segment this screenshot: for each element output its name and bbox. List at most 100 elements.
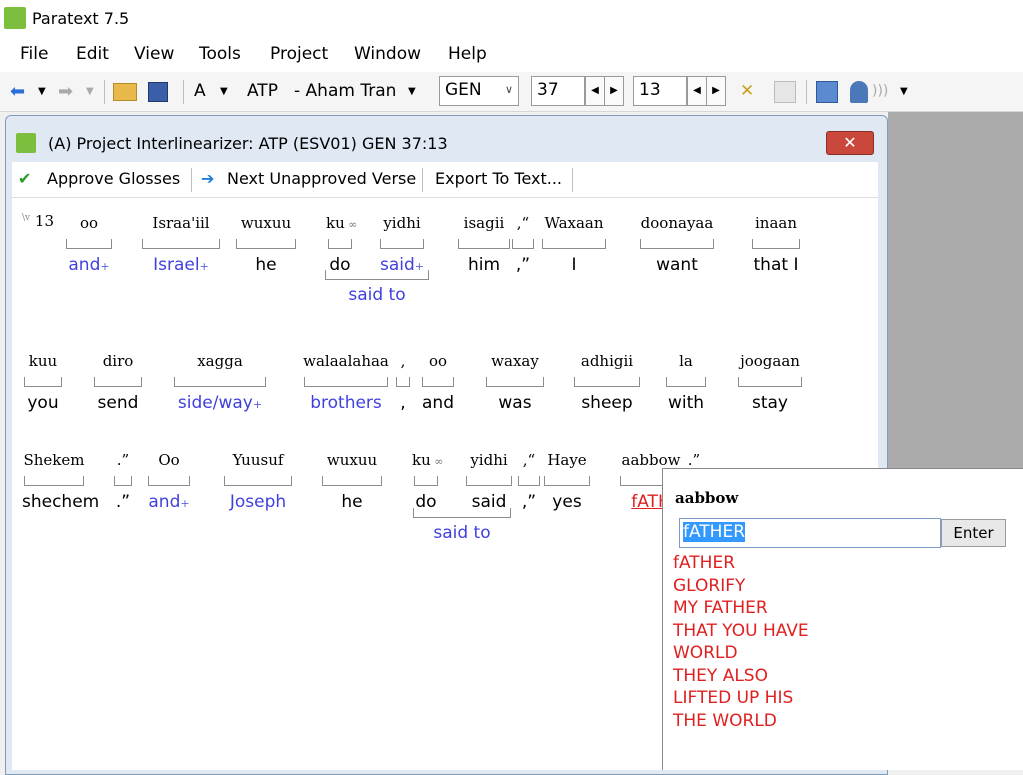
source-word[interactable]: la	[664, 352, 708, 370]
checkmark-icon[interactable]: ✔	[18, 169, 31, 188]
font-dropdown-icon[interactable]: ▼	[220, 86, 228, 97]
project-code[interactable]: ATP	[247, 81, 278, 101]
suggestion-item[interactable]: MY FATHER	[673, 598, 768, 618]
source-word[interactable]: ku ∞	[412, 451, 443, 469]
source-word[interactable]: aabbow	[618, 451, 684, 469]
source-word[interactable]: xagga	[172, 352, 268, 370]
layout-grid-icon[interactable]	[774, 81, 796, 103]
verse-next-icon[interactable]: ▶	[706, 76, 726, 106]
forward-arrow-icon[interactable]: ➡	[58, 81, 73, 102]
enter-button[interactable]: Enter	[941, 519, 1006, 547]
save-disk-icon[interactable]	[148, 82, 168, 102]
gloss-word[interactable]: send	[92, 393, 144, 413]
gloss-word[interactable]: .”	[112, 492, 134, 512]
project-dropdown-icon[interactable]: ▼	[408, 86, 416, 97]
gloss-word[interactable]: him	[456, 255, 512, 275]
source-word[interactable]: waxay	[484, 352, 546, 370]
suggestion-item[interactable]: THEY ALSO	[673, 666, 768, 686]
chapter-next-icon[interactable]: ▶	[604, 76, 624, 106]
source-word[interactable]: oo	[420, 352, 456, 370]
verse-prev-icon[interactable]: ◀	[687, 76, 707, 106]
suggestion-item[interactable]: WORLD	[673, 643, 738, 663]
close-button[interactable]: ✕	[826, 131, 874, 155]
gloss-word[interactable]: want	[638, 255, 716, 275]
source-word[interactable]: Waxaan	[540, 214, 608, 232]
phrase-gloss-text[interactable]: said to	[325, 285, 429, 305]
source-word[interactable]: Shekem	[22, 451, 86, 469]
link-chain-icon[interactable]: ✕	[740, 81, 754, 101]
next-unapproved-verse-button[interactable]: Next Unapproved Verse	[227, 169, 416, 188]
source-word[interactable]: inaan	[750, 214, 802, 232]
menu-project[interactable]: Project	[270, 44, 328, 64]
source-word[interactable]: Israa'iil	[140, 214, 222, 232]
source-word[interactable]: Oo	[146, 451, 192, 469]
suggestion-item[interactable]: THAT YOU HAVE	[673, 621, 809, 641]
menu-edit[interactable]: Edit	[76, 44, 109, 64]
suggestion-item[interactable]: THE WORLD	[673, 711, 777, 731]
source-word[interactable]: oo	[64, 214, 114, 232]
chapter-prev-icon[interactable]: ◀	[585, 76, 605, 106]
suggestion-item[interactable]: fATHER	[673, 553, 735, 573]
back-arrow-icon[interactable]: ⬅	[10, 81, 25, 102]
gloss-word[interactable]: and+	[146, 492, 192, 512]
source-word[interactable]: wuxuu	[234, 214, 298, 232]
gloss-word[interactable]: was	[484, 393, 546, 413]
chapter-input[interactable]: 37	[531, 76, 585, 106]
link-icon[interactable]: ∞	[431, 455, 443, 468]
gloss-word[interactable]: Joseph	[222, 492, 294, 512]
gloss-word[interactable]: with	[664, 393, 708, 413]
link-icon[interactable]: ∞	[345, 218, 357, 231]
user-dropdown-icon[interactable]: ▼	[900, 86, 908, 97]
source-word[interactable]: yidhi	[378, 214, 426, 232]
source-word[interactable]: ku ∞	[326, 214, 357, 232]
source-word[interactable]: isagii	[456, 214, 512, 232]
book-select[interactable]: GEN ∨	[439, 76, 519, 106]
gloss-word[interactable]: ,”	[516, 492, 542, 512]
gloss-word[interactable]: that I	[750, 255, 802, 275]
gloss-word[interactable]: he	[320, 492, 384, 512]
source-word[interactable]: ,“	[510, 214, 536, 232]
gloss-word[interactable]: sheep	[572, 393, 642, 413]
verse-input[interactable]: 13	[633, 76, 687, 106]
gloss-word[interactable]: yes	[542, 492, 592, 512]
source-word[interactable]: doonayaa	[638, 214, 716, 232]
gloss-word[interactable]: shechem	[22, 492, 99, 512]
source-word[interactable]: walaalahaa	[302, 352, 390, 370]
source-word[interactable]: .”	[112, 451, 134, 469]
gloss-word[interactable]: stay	[736, 393, 804, 413]
source-word[interactable]: .”	[684, 451, 704, 469]
gloss-word[interactable]: Israel+	[140, 255, 222, 275]
open-folder-icon[interactable]	[113, 83, 137, 101]
sync-icon[interactable]	[816, 81, 838, 103]
gloss-word[interactable]: and	[420, 393, 456, 413]
source-word[interactable]: Yuusuf	[222, 451, 294, 469]
menu-file[interactable]: File	[20, 44, 48, 64]
source-word[interactable]: ,	[394, 352, 412, 370]
phrase-gloss-text[interactable]: said to	[413, 523, 511, 543]
source-word[interactable]: joogaan	[736, 352, 804, 370]
gloss-word[interactable]: I	[540, 255, 608, 275]
menu-window[interactable]: Window	[354, 44, 421, 64]
menu-help[interactable]: Help	[448, 44, 487, 64]
export-to-text-button[interactable]: Export To Text...	[435, 169, 562, 188]
source-word[interactable]: diro	[92, 352, 144, 370]
suggestion-item[interactable]: LIFTED UP HIS	[673, 688, 793, 708]
gloss-word[interactable]: you	[22, 393, 64, 413]
user-speaker-icon[interactable]	[850, 81, 868, 103]
gloss-word[interactable]: and+	[64, 255, 114, 275]
source-word[interactable]: yidhi	[464, 451, 514, 469]
back-dropdown-icon[interactable]: ▼	[38, 86, 46, 97]
suggestion-item[interactable]: GLORIFY	[673, 576, 745, 596]
source-word[interactable]: kuu	[22, 352, 64, 370]
gloss-word[interactable]: side/way+	[172, 393, 268, 413]
gloss-word[interactable]: brothers	[302, 393, 390, 413]
source-word[interactable]: wuxuu	[320, 451, 384, 469]
gloss-word[interactable]: he	[234, 255, 298, 275]
gloss-input[interactable]: fATHER	[679, 518, 941, 548]
source-word[interactable]: Haye	[542, 451, 592, 469]
gloss-word[interactable]: ,	[394, 393, 412, 413]
source-word[interactable]: adhigii	[572, 352, 642, 370]
gloss-word[interactable]: ,”	[510, 255, 536, 275]
source-word[interactable]: ,“	[516, 451, 542, 469]
forward-dropdown-icon[interactable]: ▼	[86, 86, 94, 97]
